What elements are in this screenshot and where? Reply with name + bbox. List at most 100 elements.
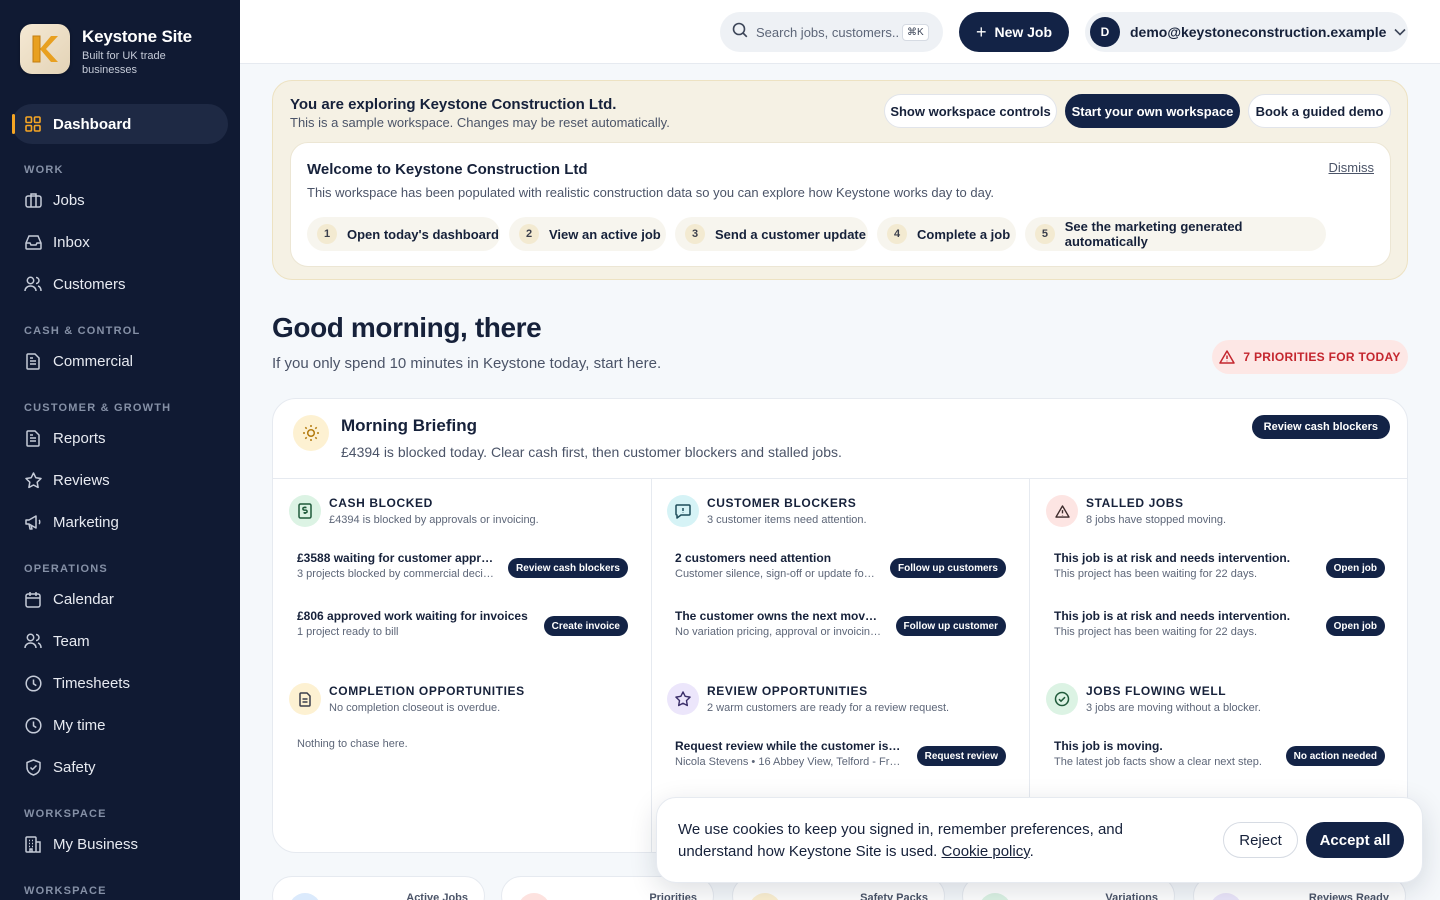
item-title: 2 customers need attention — [675, 551, 832, 565]
demo-title: You are exploring Keystone Construction … — [290, 96, 617, 113]
account-email: demo@keystoneconstruction.example — [1130, 24, 1387, 40]
morning-briefing-card: Morning Briefing £4394 is blocked today.… — [272, 398, 1408, 853]
dismiss-link[interactable]: Dismiss — [1329, 160, 1375, 175]
sidebar-item-commercial[interactable]: Commercial — [12, 341, 228, 381]
review-cash-blockers-button[interactable]: Review cash blockers — [1251, 415, 1390, 439]
sidebar-item-label: My time — [53, 716, 106, 734]
item-subtitle: This project has been waiting for 22 day… — [1054, 626, 1258, 638]
section-subtitle: 2 warm customers are ready for a review … — [707, 702, 950, 714]
nav-section-growth: CUSTOMER & GROWTH — [24, 402, 172, 414]
step-number: 1 — [317, 224, 337, 244]
stat-icon — [289, 893, 321, 900]
item-title: This job is at risk and needs interventi… — [1054, 609, 1291, 623]
new-job-button[interactable]: + New Job — [959, 12, 1069, 52]
check-circle-icon — [1046, 683, 1078, 715]
calendar-icon — [24, 590, 42, 608]
accept-all-cookies-button[interactable]: Accept all — [1306, 822, 1404, 858]
clock-icon — [24, 716, 42, 734]
step-number: 3 — [685, 224, 705, 244]
follow-up-customer-button[interactable]: Follow up customer — [895, 616, 1006, 636]
list-item: This job is at risk and needs interventi… — [1054, 551, 1385, 580]
star-icon — [24, 471, 42, 489]
section-title: REVIEW OPPORTUNITIES — [707, 684, 868, 698]
sidebar-item-customers[interactable]: Customers — [12, 264, 228, 304]
list-item: £3588 waiting for customer approval 3 pr… — [297, 551, 628, 580]
step-label: Open today's dashboard — [347, 226, 499, 242]
reject-cookies-button[interactable]: Reject — [1223, 822, 1298, 858]
no-action-needed-badge[interactable]: No action needed — [1285, 746, 1385, 766]
sidebar-item-team[interactable]: Team — [12, 621, 228, 661]
open-job-button[interactable]: Open job — [1325, 558, 1385, 578]
section-subtitle: 8 jobs have stopped moving. — [1086, 514, 1227, 526]
account-menu[interactable]: D demo@keystoneconstruction.example — [1085, 12, 1408, 52]
cookie-policy-link[interactable]: Cookie policy — [942, 843, 1030, 860]
sidebar-item-safety[interactable]: Safety — [12, 747, 228, 787]
briefcase-icon — [24, 191, 42, 209]
priorities-badge[interactable]: 7 PRIORITIES FOR TODAY — [1212, 340, 1408, 374]
step-number: 4 — [887, 224, 907, 244]
nav-section-workspace-2: WORKSPACE — [24, 885, 107, 897]
book-demo-button[interactable]: Book a guided demo — [1248, 94, 1391, 128]
item-subtitle: No variation pricing, approval or invoic… — [675, 626, 883, 638]
review-cash-blockers-button[interactable]: Review cash blockers — [508, 558, 628, 578]
onboarding-step[interactable]: 2 View an active job — [509, 217, 666, 251]
onboarding-step[interactable]: 4 Complete a job — [877, 217, 1016, 251]
stat-icon — [518, 893, 550, 900]
request-review-button[interactable]: Request review — [916, 746, 1006, 766]
brand[interactable]: Keystone Site Built for UK trade busines… — [20, 24, 192, 77]
stat-card[interactable]: Active Jobs — [272, 876, 485, 900]
stat-label: Safety Packs — [860, 892, 928, 900]
sidebar-item-dashboard[interactable]: Dashboard — [12, 104, 228, 144]
sidebar-item-my-time[interactable]: My time — [12, 705, 228, 745]
step-label: Complete a job — [917, 226, 1011, 242]
users-icon — [24, 275, 42, 293]
sidebar-item-timesheets[interactable]: Timesheets — [12, 663, 228, 703]
item-subtitle: 1 project ready to bill — [297, 626, 399, 638]
cookie-text: We use cookies to keep you signed in, re… — [678, 819, 1198, 863]
inbox-icon — [24, 233, 42, 251]
start-workspace-button[interactable]: Start your own workspace — [1065, 94, 1240, 128]
section-subtitle: £4394 is blocked by approvals or invoici… — [329, 514, 539, 526]
onboarding-step[interactable]: 3 Send a customer update — [675, 217, 868, 251]
sidebar-item-inbox[interactable]: Inbox — [12, 222, 228, 262]
sidebar-item-reports[interactable]: Reports — [12, 418, 228, 458]
onboarding-step[interactable]: 5 See the marketing generated automatica… — [1025, 217, 1326, 251]
step-label: Send a customer update — [715, 226, 866, 242]
report-icon — [24, 429, 42, 447]
sidebar-item-calendar[interactable]: Calendar — [12, 579, 228, 619]
sidebar-item-marketing[interactable]: Marketing — [12, 502, 228, 542]
sidebar-item-label: Reports — [53, 429, 106, 447]
sidebar-item-label: Dashboard — [53, 115, 132, 133]
star-icon — [667, 683, 699, 715]
stat-icon — [1210, 893, 1242, 900]
stat-label: Variations — [1105, 892, 1158, 900]
section-subtitle: 3 customer items need attention. — [707, 514, 867, 526]
sidebar-item-label: My Business — [53, 835, 139, 853]
show-workspace-controls-button[interactable]: Show workspace controls — [884, 94, 1057, 128]
stat-label: Active Jobs — [406, 892, 468, 900]
open-job-button[interactable]: Open job — [1325, 616, 1385, 636]
logo-k-icon — [32, 35, 58, 63]
create-invoice-button[interactable]: Create invoice — [543, 616, 628, 636]
search-input[interactable]: Search jobs, customers... — [756, 25, 898, 40]
sidebar: Keystone Site Built for UK trade busines… — [0, 0, 240, 900]
megaphone-icon — [24, 513, 42, 531]
sidebar-item-label: Jobs — [53, 191, 85, 209]
brand-logo — [20, 24, 70, 74]
item-subtitle: The latest job facts show a clear next s… — [1054, 756, 1262, 768]
sidebar-item-reviews[interactable]: Reviews — [12, 460, 228, 500]
item-title: Request review while the customer is hap… — [675, 739, 901, 753]
section-subtitle: 3 jobs are moving without a blocker. — [1086, 702, 1261, 714]
sidebar-item-jobs[interactable]: Jobs — [12, 180, 228, 220]
item-title: £806 approved work waiting for invoices — [297, 609, 528, 623]
stat-icon — [749, 893, 781, 900]
avatar: D — [1090, 17, 1120, 47]
onboarding-step[interactable]: 1 Open today's dashboard — [307, 217, 500, 251]
welcome-title: Welcome to Keystone Construction Ltd — [307, 161, 588, 178]
nav-section-work: WORK — [24, 164, 64, 176]
search-shortcut: ⌘K — [902, 23, 929, 41]
shield-check-icon — [24, 758, 42, 776]
follow-up-customers-button[interactable]: Follow up customers — [889, 558, 1006, 578]
search-box[interactable]: Search jobs, customers... ⌘K — [720, 12, 943, 52]
sidebar-item-my-business[interactable]: My Business — [12, 824, 228, 864]
